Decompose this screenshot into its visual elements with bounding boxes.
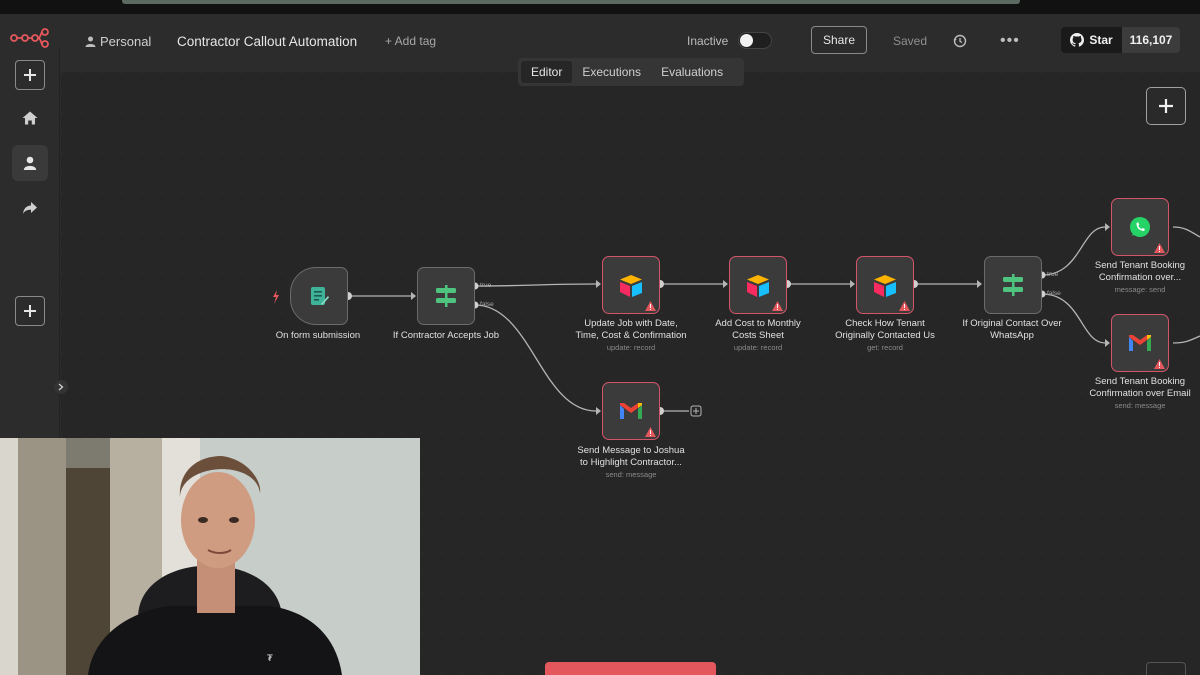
user-icon [85, 36, 96, 47]
share-icon [23, 202, 37, 214]
warning-icon [1154, 243, 1165, 253]
sub-update-job: update: record [606, 343, 656, 352]
node-update-job[interactable] [602, 256, 660, 314]
plus-icon [1159, 99, 1173, 113]
history-button[interactable] [953, 14, 967, 68]
github-star-button[interactable]: Star 116,107 [1061, 27, 1180, 53]
github-icon [1070, 33, 1085, 47]
if-branch-icon [1003, 274, 1023, 296]
sidebar-item-home[interactable] [12, 100, 48, 136]
toggle-knob [740, 34, 753, 47]
view-tabs: Editor Executions Evaluations [518, 58, 744, 86]
user-icon [23, 156, 37, 170]
project-label: Personal [100, 33, 152, 49]
svg-text:₮: ₮ [267, 654, 273, 664]
node-if-contractor-accepts-job[interactable] [417, 267, 475, 325]
form-icon [311, 287, 329, 305]
label-send-email: Send Tenant Booking Confirmation over Ema… [1089, 376, 1191, 399]
sub-send-message-joshua: send: message [605, 470, 657, 479]
airtable-icon [747, 275, 769, 297]
port-true-label: true [1047, 271, 1059, 278]
saved-status: Saved [893, 34, 928, 48]
node-send-message-joshua[interactable] [602, 382, 660, 440]
add-node-button[interactable] [1146, 87, 1186, 125]
gmail-icon [1129, 335, 1151, 351]
node-send-whatsapp[interactable] [1111, 198, 1169, 256]
node-if-original-contact-whatsapp[interactable] [984, 256, 1042, 314]
warning-icon [899, 301, 910, 311]
tab-editor[interactable]: Editor [521, 61, 573, 83]
port-false-label: false [480, 301, 494, 308]
warning-icon [1154, 359, 1165, 369]
active-toggle[interactable] [738, 32, 772, 49]
add-tag-button[interactable]: + Add tag [385, 14, 436, 68]
whatsapp-icon [1130, 217, 1150, 237]
sub-send-whatsapp: message: send [1114, 285, 1166, 294]
sidebar-collapse-button[interactable] [54, 380, 68, 394]
label-send-whatsapp: Send Tenant Booking Confirmation over... [1094, 260, 1186, 283]
warning-icon [645, 301, 656, 311]
airtable-icon [874, 275, 896, 297]
node-check-tenant[interactable] [856, 256, 914, 314]
plus-icon [24, 69, 36, 81]
webcam-overlay: ₮ [0, 438, 420, 675]
plus-icon [24, 305, 36, 317]
bottom-right-control[interactable] [1146, 662, 1186, 675]
sub-check-tenant: get: record [867, 343, 903, 352]
github-star-left: Star [1061, 27, 1122, 53]
project-breadcrumb[interactable]: Personal [85, 14, 151, 68]
more-options-icon[interactable]: ••• [1000, 14, 1020, 68]
top-strip-pill [122, 0, 1020, 4]
label-if-original-contact: If Original Contact Over WhatsApp [962, 318, 1062, 341]
chevron-right-icon [58, 383, 64, 391]
bottom-action-bar[interactable] [545, 662, 716, 675]
sidebar-item-personal[interactable] [12, 145, 48, 181]
node-send-email[interactable] [1111, 314, 1169, 372]
warning-icon [645, 427, 656, 437]
gmail-icon [620, 403, 642, 419]
node-on-form-submission[interactable] [290, 267, 348, 325]
top-strip [0, 0, 1200, 14]
label-update-job: Update Job with Date, Time, Cost & Confir… [575, 318, 687, 341]
home-icon [22, 111, 38, 125]
port-true-label: true [480, 282, 492, 289]
sidebar-item-shared[interactable] [12, 190, 48, 226]
sub-add-cost: update: record [733, 343, 783, 352]
n8n-logo-icon[interactable] [10, 26, 50, 48]
tab-evaluations[interactable]: Evaluations [651, 61, 733, 83]
github-star-count: 116,107 [1122, 27, 1180, 53]
sidebar-add-button[interactable] [15, 60, 45, 90]
presenter-video-image: ₮ [0, 438, 420, 675]
label-add-cost: Add Cost to Monthly Costs Sheet [715, 318, 801, 341]
label-send-message-joshua: Send Message to Joshua to Highlight Contr… [577, 445, 685, 468]
label-check-tenant: Check How Tenant Originally Contacted Us [835, 318, 935, 341]
warning-icon [772, 301, 783, 311]
sidebar-add-project-button[interactable] [15, 296, 45, 326]
airtable-icon [620, 275, 642, 297]
if-branch-icon [436, 285, 456, 307]
github-star-label: Star [1089, 33, 1113, 47]
port-false-label: false [1047, 290, 1061, 297]
tab-executions[interactable]: Executions [572, 61, 651, 83]
label-on-form-submission: On form submission [275, 330, 361, 341]
history-icon [953, 34, 967, 48]
sub-send-email: send: message [1114, 401, 1166, 410]
app-root: On form submission true false If Contrac… [0, 0, 1200, 675]
share-button[interactable]: Share [811, 26, 867, 54]
workflow-name[interactable]: Contractor Callout Automation [177, 14, 357, 68]
node-add-cost[interactable] [729, 256, 787, 314]
label-if-contractor-accepts-job: If Contractor Accepts Job [392, 330, 500, 341]
